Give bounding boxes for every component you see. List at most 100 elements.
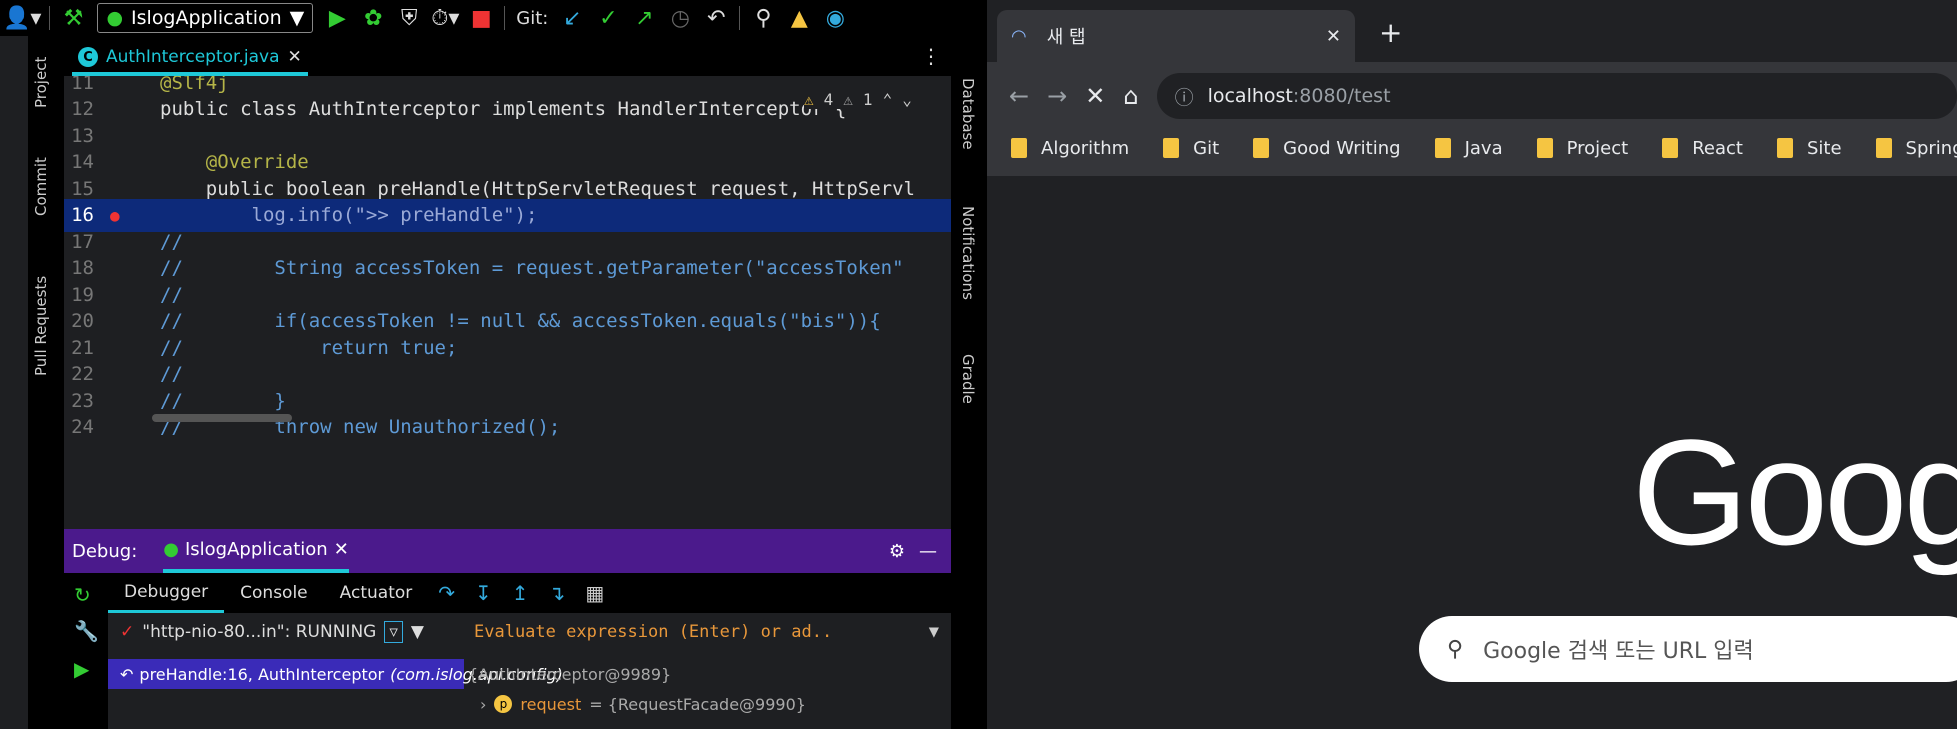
parameter-icon: p [494, 695, 513, 713]
address-bar[interactable]: ⓘ localhost:8080/test [1156, 73, 1957, 119]
close-icon[interactable]: ✕ [288, 47, 302, 67]
run-icon[interactable]: ▶ [322, 3, 352, 33]
toolbar-divider [49, 6, 51, 30]
debug-bug-icon[interactable]: ✿ [358, 3, 388, 33]
new-tab-page: Goog ⚲ Google 검색 또는 URL 입력 [987, 176, 1957, 729]
horizontal-scrollbar[interactable] [152, 414, 292, 422]
chevron-down-icon[interactable]: ▼ [411, 622, 424, 642]
tool-commit[interactable]: Commit [32, 157, 50, 216]
bookmark-item[interactable]: React [1662, 138, 1743, 159]
git-commit-icon[interactable]: ✓ [593, 3, 623, 33]
evaluate-icon[interactable]: ▦ [575, 581, 614, 605]
line-number: 17 [71, 230, 94, 253]
git-update-icon[interactable]: ↙ [557, 3, 587, 33]
evaluate-placeholder: Evaluate expression (Enter) or ad.. [474, 622, 833, 642]
inspection-widget[interactable]: ⚠ 4 ⚠ 1 ⌃ ⌄ [804, 90, 912, 109]
stack-frame[interactable]: ↶ preHandle:16, AuthInterceptor (com.isl… [108, 659, 563, 689]
stop-icon[interactable]: ■ [466, 3, 496, 33]
close-icon[interactable]: ✕ [334, 539, 349, 560]
git-push-icon[interactable]: ↗ [629, 3, 659, 33]
tool-gradle[interactable]: Gradle [959, 354, 977, 404]
thread-selector[interactable]: ✓ "http-nio-80...in": RUNNING ▿ ▼ [108, 613, 462, 651]
code-editor[interactable]: ⚠ 4 ⚠ 1 ⌃ ⌄ 11 @Slf4j 12 public class AuthInt… [64, 76, 951, 529]
bookmarks-bar: Algorithm Git Good Writing Java Project React… [987, 128, 1957, 168]
tool-notifications[interactable]: Notifications [959, 206, 977, 300]
weak-warning-icon: ⚠ [843, 90, 853, 109]
chevron-down-icon[interactable]: ▼ [929, 622, 939, 642]
chevron-up-icon[interactable]: ⌃ [883, 90, 893, 109]
filter-icon[interactable]: ▿ [384, 621, 403, 643]
bookmark-item[interactable]: Good Writing [1253, 137, 1401, 159]
line-number: 14 [71, 151, 94, 173]
evaluate-expression-input[interactable]: Evaluate expression (Enter) or ad.. ▼ [462, 613, 951, 651]
tab-debugger[interactable]: Debugger [108, 573, 225, 613]
tool-project[interactable]: Project [32, 57, 50, 108]
tab-actuator[interactable]: Actuator [324, 583, 429, 603]
home-icon[interactable]: ⌂ [1123, 82, 1138, 110]
line-text: @Override [160, 151, 309, 173]
site-info-icon[interactable]: ⓘ [1175, 83, 1194, 110]
step-into-icon[interactable]: ↧ [465, 581, 502, 605]
tool-pull-requests[interactable]: Pull Requests [32, 276, 50, 376]
tool-database[interactable]: Database [959, 78, 977, 150]
run-configuration-label: IslogApplication [131, 7, 282, 29]
chevron-down-icon[interactable]: ⌄ [902, 90, 912, 109]
bookmark-item[interactable]: Project [1536, 138, 1628, 159]
breakpoint-icon[interactable]: ● [110, 206, 120, 225]
bookmark-label: Algorithm [1041, 137, 1130, 159]
more-vertical-icon[interactable]: ⋮ [921, 44, 941, 68]
run-configuration-select[interactable]: ● IslogApplication ▼ [97, 3, 314, 33]
rollback-icon[interactable]: ↶ [701, 3, 731, 33]
resume-icon[interactable]: ▶ [64, 643, 108, 681]
build-hammer-icon[interactable]: ⚒ [58, 3, 88, 33]
this-value[interactable]: {AuthInterceptor@9989} [464, 659, 951, 689]
minimize-icon[interactable]: — [919, 541, 937, 562]
history-icon[interactable]: ◷ [665, 3, 695, 33]
bookmark-item[interactable]: Git [1163, 138, 1219, 159]
bookmark-item[interactable]: Spring [1875, 138, 1957, 159]
line-number: 23 [71, 389, 94, 412]
update-icon[interactable]: ▲ [784, 3, 814, 33]
step-over-icon[interactable]: ↷ [428, 581, 465, 605]
bookmark-label: Good Writing [1283, 137, 1401, 159]
step-out-icon[interactable]: ↥ [502, 581, 539, 605]
variable-row[interactable]: › p request = {RequestFacade@9990} [464, 689, 951, 719]
plugins-icon[interactable]: ◉ [820, 3, 850, 33]
forward-icon[interactable]: → [1047, 82, 1067, 110]
wrench-icon[interactable]: 🔧 [64, 607, 108, 643]
java-class-icon: C [78, 47, 98, 67]
chevron-down-icon: ▼ [289, 7, 305, 29]
browser-tab-strip: ◠ 새 탭 ✕ + [987, 0, 1957, 62]
tab-console[interactable]: Console [224, 583, 324, 603]
search-input[interactable]: ⚲ Google 검색 또는 URL 입력 [1419, 616, 1957, 682]
search-icon[interactable]: ⚲ [748, 3, 778, 33]
line-text: // if(accessToken != null && accessToken… [160, 310, 881, 332]
profile-icon[interactable]: ⏱▾ [430, 3, 460, 33]
line-number: 21 [71, 336, 94, 359]
folder-icon [1253, 138, 1270, 158]
gear-icon[interactable]: ⚙ [889, 541, 905, 562]
bookmark-item[interactable]: Algorithm [1011, 138, 1129, 159]
run-to-cursor-icon[interactable]: ↴ [539, 581, 576, 605]
bookmark-item[interactable]: Site [1776, 138, 1842, 159]
stop-loading-icon[interactable]: ✕ [1085, 82, 1105, 110]
spring-icon: ● [106, 7, 124, 29]
debug-session-tab[interactable]: ● IslogApplication ✕ [163, 529, 349, 573]
user-icon[interactable]: 👤▾ [3, 3, 41, 33]
expand-icon[interactable]: › [480, 695, 486, 714]
coverage-icon[interactable]: ⛨ [394, 3, 424, 33]
bookmark-label: Git [1193, 137, 1220, 159]
editor-tab[interactable]: C AuthInterceptor.java ✕ [72, 42, 308, 76]
bookmark-item[interactable]: Java [1434, 138, 1503, 159]
right-tool-strip: Database Notifications Gradle [951, 36, 987, 729]
line-text: log.info(">> preHandle"); [160, 204, 538, 226]
close-icon[interactable]: ✕ [1326, 26, 1341, 47]
google-logo: Goog [1632, 408, 1957, 576]
line-text: @Slf4j [160, 76, 229, 94]
new-tab-icon[interactable]: + [1379, 16, 1402, 49]
back-icon[interactable]: ← [1009, 82, 1029, 110]
line-number: 24 [71, 416, 94, 438]
browser-tab[interactable]: ◠ 새 탭 ✕ [997, 10, 1355, 62]
rerun-icon[interactable]: ↻ [64, 573, 108, 607]
line-number: 20 [71, 310, 94, 332]
